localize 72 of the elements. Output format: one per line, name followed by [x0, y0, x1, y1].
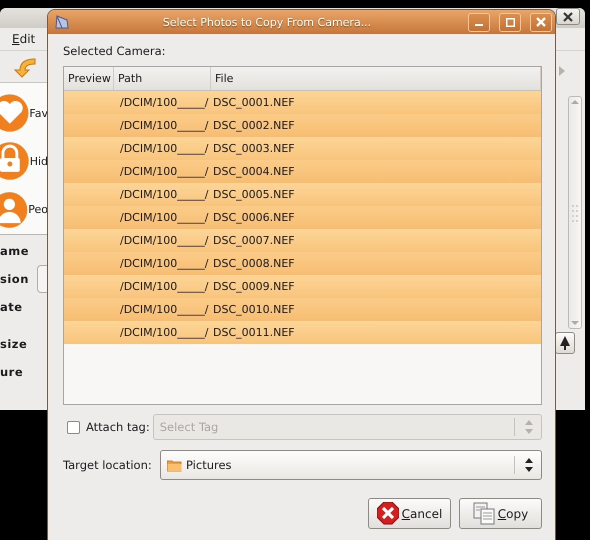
file-cell-text: DSC_0001.NEF — [212, 96, 296, 109]
table-row[interactable]: /DCIM/100_____/ DSC_0011.NEF — [64, 321, 541, 344]
close-icon — [563, 12, 573, 22]
file-cell-text: DSC_0011.NEF — [212, 326, 296, 339]
property-label: ame — [0, 244, 30, 258]
window-title: Select Photos to Copy From Camera... — [162, 16, 372, 28]
path-cell-text: /DCIM/100_____/ — [119, 234, 210, 247]
copy-pages-icon — [472, 502, 495, 525]
stop-icon — [376, 502, 399, 525]
scrollbar[interactable] — [568, 96, 582, 329]
updown-arrows-icon — [525, 420, 533, 434]
sidebar-item-label[interactable]: Fav — [29, 106, 48, 120]
column-header[interactable]: File — [211, 67, 541, 90]
path-cell-text: /DCIM/100_____/ — [119, 303, 210, 316]
up-arrow-icon — [570, 97, 580, 107]
property-label: sion — [0, 272, 29, 286]
grip-icon — [571, 202, 579, 222]
table-row[interactable]: /DCIM/100_____/ DSC_0006.NEF — [64, 206, 541, 229]
maximize-button[interactable] — [499, 12, 521, 32]
target-location-label: Target location: — [63, 458, 153, 472]
down-arrow-icon — [570, 318, 580, 328]
scroll-arrow-icon — [559, 66, 565, 76]
sidebar-item-label[interactable]: Peo — [28, 203, 48, 216]
property-label: size — [0, 337, 28, 351]
folder-icon — [167, 458, 182, 472]
file-cell-text: DSC_0006.NEF — [212, 211, 296, 224]
file-cell-text: DSC_0004.NEF — [212, 165, 296, 178]
camera-label: Selected Camera: — [63, 44, 166, 58]
table-row[interactable]: /DCIM/100_____/ DSC_0007.NEF — [64, 229, 541, 252]
path-cell-text: /DCIM/100_____/ — [119, 188, 210, 201]
checkbox-label: Attach tag: — [86, 420, 150, 434]
table-row[interactable]: /DCIM/100_____/ DSC_0005.NEF — [64, 183, 541, 206]
table-row[interactable]: /DCIM/100_____/ DSC_0008.NEF — [64, 252, 541, 275]
updown-arrows-icon — [525, 458, 533, 472]
path-cell-text: /DCIM/100_____/ — [119, 142, 210, 155]
table-row[interactable]: /DCIM/100_____/ DSC_0001.NEF — [64, 91, 541, 114]
file-cell-text: DSC_0009.NEF — [212, 280, 296, 293]
location-dropdown[interactable]: Pictures — [160, 450, 542, 480]
path-cell-text: /DCIM/100_____/ — [119, 326, 210, 339]
cancel-button[interactable]: Cancel — [368, 498, 451, 529]
file-cell-text: DSC_0002.NEF — [212, 119, 296, 132]
path-cell-text: /DCIM/100_____/ — [119, 257, 210, 270]
file-cell-text: DSC_0007.NEF — [212, 234, 296, 247]
property-label: ure — [0, 365, 24, 379]
minimize-icon — [475, 24, 483, 26]
property-label: ate — [0, 300, 23, 314]
path-cell-text: /DCIM/100_____/ — [119, 280, 210, 293]
sidebar-item-label[interactable]: Hid — [30, 154, 48, 168]
table-row[interactable]: /DCIM/100_____/ DSC_0004.NEF — [64, 160, 541, 183]
path-cell-text: /DCIM/100_____/ — [119, 165, 210, 178]
table-row[interactable]: /DCIM/100_____/ DSC_0002.NEF — [64, 114, 541, 137]
table-row[interactable]: /DCIM/100_____/ DSC_0010.NEF — [64, 298, 541, 321]
column-header[interactable]: Path — [114, 67, 211, 90]
table-row[interactable]: /DCIM/100_____/ DSC_0009.NEF — [64, 275, 541, 298]
file-cell-text: DSC_0008.NEF — [212, 257, 296, 270]
path-cell-text: /DCIM/100_____/ — [119, 211, 210, 224]
minimize-button[interactable] — [468, 12, 490, 32]
file-cell-text: DSC_0010.NEF — [212, 303, 296, 316]
table-row[interactable]: /DCIM/100_____/ DSC_0003.NEF — [64, 137, 541, 160]
menu-item[interactable]: Edit — [12, 32, 36, 46]
path-cell-text: /DCIM/100_____/ — [119, 119, 210, 132]
close-icon — [536, 17, 546, 27]
copy-button[interactable]: Copy — [459, 498, 542, 529]
path-cell-text: /DCIM/100_____/ — [119, 96, 210, 109]
undo-arrow-icon — [14, 56, 36, 78]
maximize-icon — [506, 18, 514, 26]
close-button[interactable] — [556, 8, 580, 25]
file-cell-text: DSC_0003.NEF — [212, 142, 296, 155]
file-cell-text: DSC_0005.NEF — [212, 188, 296, 201]
input-field[interactable] — [36, 265, 48, 293]
app-icon — [55, 15, 69, 29]
column-header[interactable]: Preview — [64, 67, 114, 90]
